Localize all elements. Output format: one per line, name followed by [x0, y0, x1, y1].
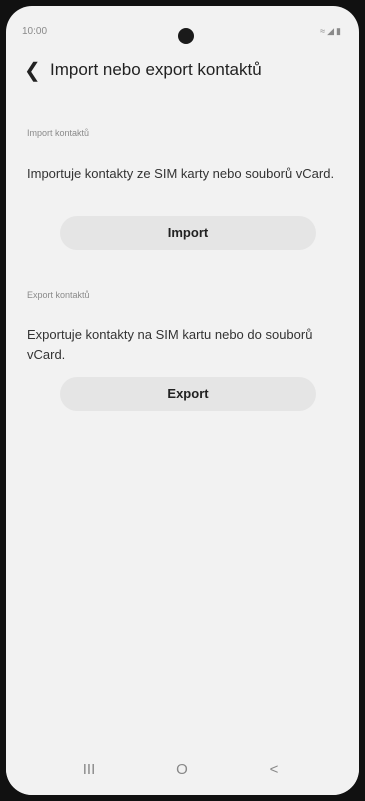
- back-nav-icon[interactable]: <: [259, 761, 289, 778]
- front-camera: [178, 28, 194, 44]
- export-section-label: Export kontaktů: [27, 290, 90, 300]
- import-section-label: Import kontaktů: [27, 128, 90, 138]
- export-description: Exportuje kontakty na SIM kartu nebo do …: [27, 327, 313, 362]
- battery-icon: ▮: [336, 26, 343, 36]
- status-time: 10:00: [22, 26, 48, 37]
- navigation-bar: III O <: [6, 749, 359, 795]
- page-title: Import nebo export kontaktů: [50, 60, 262, 79]
- phone-screen: 10:00 ≈◢▮ ❮ Import nebo export kontaktů …: [6, 6, 359, 795]
- back-arrow-icon[interactable]: ❮: [24, 58, 41, 84]
- status-icons: ≈◢▮: [320, 26, 343, 37]
- app-header: ❮ Import nebo export kontaktů: [6, 56, 359, 88]
- recents-icon[interactable]: III: [74, 761, 104, 778]
- import-button[interactable]: Import: [60, 216, 316, 250]
- status-bar: 10:00 ≈◢▮: [6, 6, 359, 44]
- home-icon[interactable]: O: [167, 761, 197, 778]
- export-button[interactable]: Export: [60, 377, 316, 411]
- signal-icon: ◢: [327, 26, 337, 36]
- import-description: Importuje kontakty ze SIM karty nebo sou…: [27, 166, 335, 181]
